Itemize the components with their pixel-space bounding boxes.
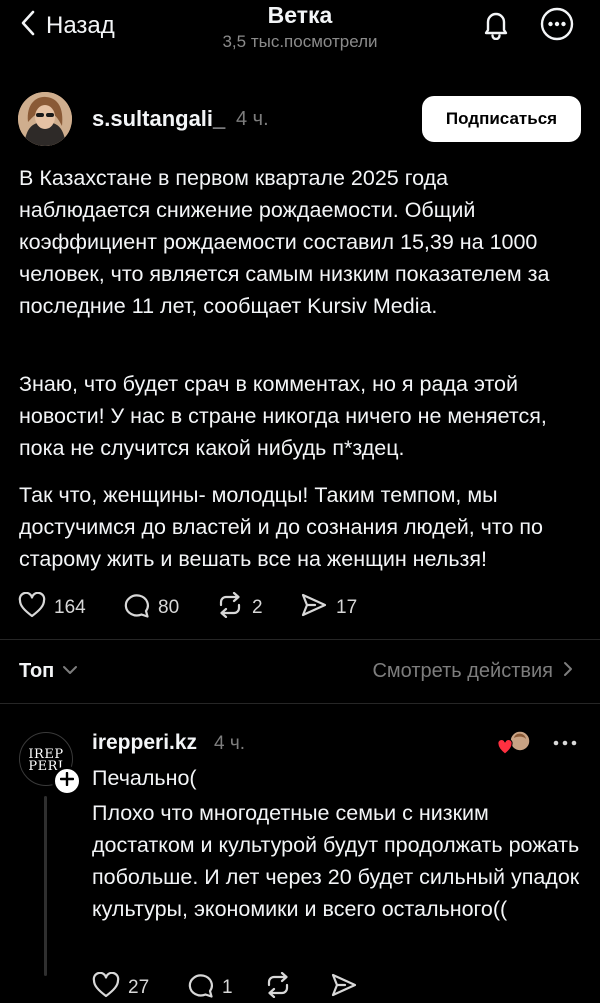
send-icon [330,972,358,1003]
follow-plus-button[interactable] [52,766,82,796]
comment-repost-button[interactable] [264,971,292,1003]
post-time: 4 ч. [236,108,269,130]
comment-button[interactable]: 80 [122,592,179,623]
thread-line [44,796,47,976]
comment-author[interactable]: irepperi.kz [92,731,197,755]
comment-paragraph: Плохо что многодетные семьи с низким дос… [92,801,580,921]
comment-bubble-icon [122,592,150,623]
follow-button[interactable]: Подписаться [422,96,581,142]
like-count: 164 [54,596,86,618]
repost-icon [216,591,244,623]
chevron-down-icon [62,663,78,681]
post-paragraph: Так что, женщины- молодцы! Таким темпом,… [19,483,543,571]
share-button[interactable]: 17 [300,592,357,623]
comment-more-button[interactable] [548,730,582,754]
comment-like-button[interactable]: 27 [92,971,150,1003]
liked-by-author-indicator [497,730,533,758]
heart-icon [92,971,120,1003]
comment-reply-count: 1 [222,976,233,998]
send-icon [300,592,328,623]
notifications-button[interactable] [478,8,514,44]
view-activity-link[interactable]: Смотреть действия [372,660,573,683]
comment-paragraph: Печально( [92,766,197,790]
comment-reply-button[interactable]: 1 [186,972,233,1003]
sort-dropdown[interactable]: Топ [19,660,78,683]
avatar[interactable] [18,92,72,146]
divider [0,639,600,640]
chevron-right-icon [563,661,573,682]
comment-count: 80 [158,596,180,618]
view-activity-label: Смотреть действия [372,660,553,682]
comment-bubble-icon [186,972,214,1003]
repost-button[interactable]: 2 [216,591,263,623]
comment-like-count: 27 [128,976,150,998]
more-circle-icon [540,7,574,46]
more-horizontal-icon [553,733,577,751]
comment-time: 4 ч. [214,733,246,754]
post-author[interactable]: s.sultangali_ [92,106,225,132]
repost-count: 2 [252,596,263,618]
comment-share-button[interactable] [330,972,358,1003]
like-button[interactable]: 164 [18,591,86,623]
plus-icon [59,771,75,791]
sort-label: Топ [19,660,55,682]
repost-icon [264,971,292,1003]
divider [0,703,600,704]
share-count: 17 [336,596,358,618]
post-paragraph: Знаю, что будет срач в комментах, но я р… [19,372,547,460]
more-options-button[interactable] [539,7,575,46]
heart-icon [18,591,46,623]
post-paragraph: В Казахстане в первом квартале 2025 года… [19,166,550,318]
bell-icon [480,8,512,45]
